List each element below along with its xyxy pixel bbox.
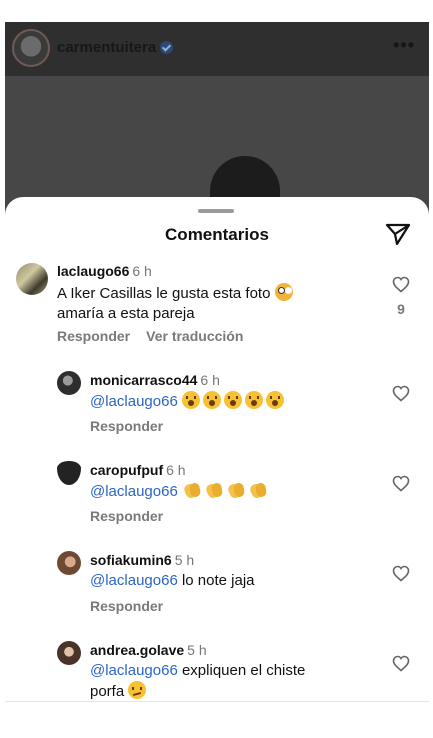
clapping-hands-icon [182, 481, 202, 499]
mention-link[interactable]: @laclaugo66 [90, 393, 178, 410]
comment-time: 6 h [132, 263, 152, 279]
heart-icon[interactable] [392, 385, 410, 402]
comment-reply-item: andrea.golave 5 h @laclaugo66 expliquen e… [5, 637, 429, 701]
comment-username[interactable]: sofiakumin6 [90, 552, 172, 568]
comment-text: @laclaugo66 expliquen el chiste porfa [90, 661, 380, 702]
more-icon[interactable]: ••• [393, 35, 415, 56]
see-translation-button[interactable]: Ver traducción [146, 328, 243, 344]
wry-face-emoji-icon [128, 681, 147, 699]
comment-time: 6 h [200, 372, 220, 388]
reply-button[interactable]: Responder [57, 328, 130, 344]
comment-username[interactable]: andrea.golave [90, 642, 184, 658]
flushed-emoji-icon [274, 283, 293, 301]
comment-time: 5 h [174, 552, 195, 568]
heart-icon[interactable] [392, 655, 410, 672]
comment-reply-item: caropufpuf 6 h @laclaugo66 Responder [5, 457, 429, 527]
reply-button[interactable]: Responder [90, 418, 163, 434]
astonished-emoji-icon [202, 391, 221, 409]
reply-button[interactable]: Responder [90, 508, 163, 524]
heart-icon[interactable] [392, 276, 410, 293]
avatar[interactable] [57, 641, 81, 665]
comment-username[interactable]: caropufpuf [90, 462, 163, 478]
verified-icon [160, 41, 174, 54]
comment-time: 5 h [187, 642, 207, 658]
comment-text-line-2: amaría a esta pareja [57, 305, 195, 322]
post-author-name[interactable]: carmentuitera [57, 39, 156, 56]
astonished-emoji-icon [244, 391, 263, 409]
comment-username[interactable]: monicarrasco44 [90, 372, 197, 388]
comment-time: 6 h [166, 462, 186, 478]
mention-link[interactable]: @laclaugo66 [90, 483, 178, 500]
astonished-emoji-icon [265, 391, 284, 409]
comment-body: lo note jaja [181, 572, 255, 589]
post-header: carmentuitera ••• [5, 22, 429, 76]
comment-actions: Responder Ver traducción [57, 328, 243, 344]
astonished-emoji-icon [181, 391, 200, 409]
mention-link[interactable]: @laclaugo66 [90, 662, 178, 679]
avatar[interactable] [57, 551, 81, 575]
heart-icon[interactable] [392, 475, 410, 492]
comments-sheet: Comentarios laclaugo66 6 h A Iker Casilla… [5, 197, 429, 738]
comment-header: laclaugo66 6 h [57, 263, 152, 279]
avatar[interactable] [16, 263, 48, 295]
comment-reply-item: sofiakumin6 5 h @laclaugo66 lo note jaja … [5, 547, 429, 617]
comment-text: @laclaugo66 [90, 391, 287, 412]
clapping-hands-icon [204, 481, 224, 499]
comment-header: andrea.golave 5 h [90, 642, 207, 658]
comment-actions: Responder [90, 508, 163, 524]
post-author-avatar[interactable] [12, 29, 50, 67]
mention-link[interactable]: @laclaugo66 [90, 572, 178, 589]
comment-header: caropufpuf 6 h [90, 462, 186, 478]
comment-text: @laclaugo66 [90, 481, 270, 502]
like-count: 9 [397, 301, 405, 317]
comment-actions: Responder [90, 598, 163, 614]
comment-body-line-2: porfa [90, 683, 125, 700]
comment-header: monicarrasco44 6 h [90, 372, 220, 388]
heart-icon[interactable] [392, 565, 410, 582]
clapping-hands-icon [226, 481, 246, 499]
comment-text: @laclaugo66 lo note jaja [90, 571, 255, 591]
astonished-emoji-icon [223, 391, 242, 409]
divider [5, 701, 429, 702]
comment-item: laclaugo66 6 h A Iker Casillas le gusta e… [5, 197, 429, 347]
comment-body-line-1: expliquen el chiste [181, 662, 306, 679]
reply-button[interactable]: Responder [90, 598, 163, 614]
comment-reply-item: monicarrasco44 6 h @laclaugo66 Responder [5, 367, 429, 437]
post-author-username[interactable]: carmentuitera [57, 39, 174, 56]
comment-text-line-1: A Iker Casillas le gusta esta foto [57, 285, 271, 302]
comment-actions: Responder [90, 418, 163, 434]
comment-header: sofiakumin6 5 h [90, 552, 194, 568]
avatar[interactable] [57, 461, 81, 485]
comment-username[interactable]: laclaugo66 [57, 263, 129, 279]
comment-text: A Iker Casillas le gusta esta foto amarí… [57, 283, 357, 324]
clapping-hands-icon [248, 481, 268, 499]
avatar[interactable] [57, 371, 81, 395]
